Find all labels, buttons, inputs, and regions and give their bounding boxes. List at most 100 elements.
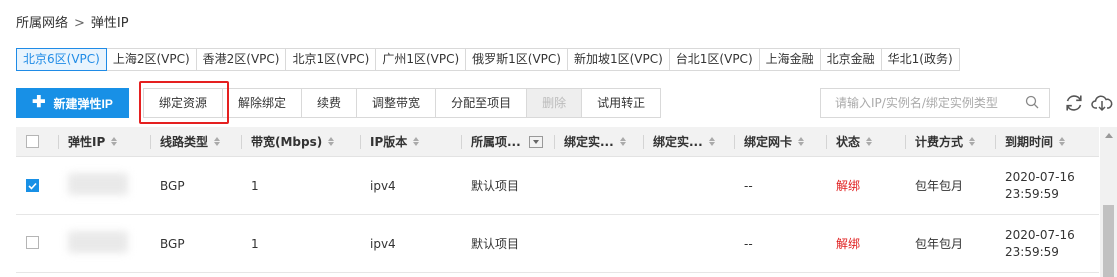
breadcrumb-parent[interactable]: 所属网络 (16, 16, 68, 31)
sort-icon[interactable] (1059, 137, 1066, 146)
plus-icon: ✚ (32, 94, 46, 111)
col-line-type[interactable]: 线路类型 (150, 127, 241, 157)
region-tab-taipei1[interactable]: 台北1区(VPC) (668, 48, 760, 71)
cell-bandwidth: 1 (251, 236, 259, 251)
eip-table: 弹性IP 线路类型 带宽(Mbps) IP版本 所属项... 绑定实... 绑定… (16, 127, 1099, 273)
cell-bandwidth: 1 (251, 178, 259, 193)
col-bind-instance-type-label: 绑定实... (653, 135, 703, 149)
sort-icon[interactable] (866, 137, 873, 146)
download-icon[interactable] (1090, 91, 1114, 115)
breadcrumb: 所属网络 > 弹性IP (16, 12, 129, 31)
col-nic[interactable]: 绑定网卡 (734, 127, 826, 157)
col-billing-label: 计费方式 (915, 135, 964, 149)
col-status[interactable]: 状态 (826, 127, 905, 157)
col-ip-version[interactable]: IP版本 (360, 127, 461, 157)
expiry-date: 2020-07-16 (1005, 227, 1075, 242)
cell-eip[interactable] (58, 231, 150, 256)
unbind-button[interactable]: 解除绑定 (222, 88, 303, 118)
col-bind-instance[interactable]: 绑定实... (554, 127, 643, 157)
col-status-label: 状态 (836, 135, 861, 149)
cell-line-type: BGP (160, 178, 185, 193)
refresh-icon[interactable] (1062, 91, 1086, 115)
col-eip-label: 弹性IP (68, 135, 106, 149)
col-bind-instance-type[interactable]: 绑定实... (643, 127, 734, 157)
sort-icon[interactable] (328, 137, 335, 146)
region-tabs: 北京6区(VPC) 上海2区(VPC) 香港2区(VPC) 北京1区(VPC) … (16, 48, 960, 71)
cell-line-type: BGP (160, 236, 185, 251)
cell-expiry: 2020-07-16 23:59:59 (995, 169, 1099, 203)
region-tab-guangzhou1[interactable]: 广州1区(VPC) (375, 48, 467, 71)
sort-icon[interactable] (708, 137, 715, 146)
create-eip-button[interactable]: ✚ 新建弹性IP (16, 88, 129, 118)
bind-resource-button[interactable]: 绑定资源 (143, 88, 224, 118)
cell-billing: 包年包月 (915, 237, 964, 251)
unbind-link[interactable]: 解绑 (826, 235, 905, 252)
region-tab-beijing-finance[interactable]: 北京金融 (819, 48, 882, 71)
col-expiry-label: 到期时间 (1005, 135, 1054, 149)
col-line-type-label: 线路类型 (160, 135, 209, 149)
region-tab-beijing6[interactable]: 北京6区(VPC) (16, 48, 107, 71)
sort-icon[interactable] (969, 137, 976, 146)
cell-billing: 包年包月 (915, 179, 964, 193)
row-checkbox[interactable] (26, 235, 39, 249)
redacted-ip (68, 173, 128, 195)
unbind-link[interactable]: 解绑 (826, 177, 905, 194)
trial-to-formal-button[interactable]: 试用转正 (581, 88, 662, 118)
action-button-group: 绑定资源 解除绑定 续费 调整带宽 分配至项目 删除 试用转正 (143, 88, 662, 118)
region-tab-russia1[interactable]: 俄罗斯1区(VPC) (465, 48, 568, 71)
table-header: 弹性IP 线路类型 带宽(Mbps) IP版本 所属项... 绑定实... 绑定… (16, 127, 1099, 157)
renew-button[interactable]: 续费 (301, 88, 358, 118)
sort-icon[interactable] (111, 137, 118, 146)
redacted-ip (68, 231, 128, 253)
cell-nic: -- (744, 236, 753, 251)
check-icon (28, 182, 37, 190)
region-tab-hongkong2[interactable]: 香港2区(VPC) (195, 48, 287, 71)
cell-eip[interactable] (58, 173, 150, 198)
sort-icon[interactable] (798, 137, 805, 146)
col-ip-version-label: IP版本 (370, 135, 408, 149)
expiry-time: 23:59:59 (1005, 244, 1059, 259)
sort-icon[interactable] (413, 137, 420, 146)
scroll-up-arrow-icon[interactable] (1105, 133, 1113, 138)
filter-dropdown-icon[interactable] (528, 135, 543, 148)
vertical-scrollbar[interactable] (1100, 127, 1117, 277)
table-row[interactable]: BGP 1 ipv4 默认项目 -- 解绑 包年包月 2020-07-16 23… (16, 215, 1099, 273)
cell-ip-version: ipv4 (370, 178, 396, 193)
col-project[interactable]: 所属项... (461, 127, 554, 157)
breadcrumb-current: 弹性IP (90, 16, 129, 31)
table-row[interactable]: BGP 1 ipv4 默认项目 -- 解绑 包年包月 2020-07-16 23… (16, 157, 1099, 215)
select-all-checkbox[interactable] (26, 135, 39, 148)
col-bind-instance-label: 绑定实... (564, 135, 614, 149)
region-tab-shanghai-finance[interactable]: 上海金融 (758, 48, 821, 71)
region-tab-huabei1-gov[interactable]: 华北1(政务) (880, 48, 960, 71)
region-tab-shanghai2[interactable]: 上海2区(VPC) (105, 48, 197, 71)
col-bandwidth[interactable]: 带宽(Mbps) (241, 127, 360, 157)
col-expiry[interactable]: 到期时间 (995, 127, 1099, 157)
col-eip[interactable]: 弹性IP (58, 127, 150, 157)
col-project-label: 所属项... (471, 135, 521, 149)
delete-button[interactable]: 删除 (526, 88, 583, 118)
select-all-cell (16, 127, 58, 157)
adjust-bandwidth-button[interactable]: 调整带宽 (356, 88, 437, 118)
create-eip-label: 新建弹性IP (53, 96, 113, 111)
region-tab-beijing1[interactable]: 北京1区(VPC) (285, 48, 377, 71)
col-billing[interactable]: 计费方式 (905, 127, 995, 157)
search-icon[interactable] (1025, 95, 1039, 112)
breadcrumb-separator: > (74, 16, 85, 31)
sort-icon[interactable] (214, 137, 221, 146)
scrollbar-thumb[interactable] (1103, 205, 1114, 277)
search-input[interactable] (835, 96, 1025, 110)
assign-project-button[interactable]: 分配至项目 (435, 88, 528, 118)
cell-expiry: 2020-07-16 23:59:59 (995, 227, 1099, 261)
cell-project: 默认项目 (471, 237, 520, 251)
cell-ip-version: ipv4 (370, 236, 396, 251)
toolbar: ✚ 新建弹性IP 绑定资源 解除绑定 续费 调整带宽 分配至项目 删除 试用转正 (16, 88, 662, 118)
sort-icon[interactable] (619, 137, 626, 146)
region-tab-singapore1[interactable]: 新加坡1区(VPC) (566, 48, 670, 71)
row-select-cell (16, 235, 58, 252)
search-box (820, 88, 1050, 118)
cell-nic: -- (744, 178, 753, 193)
row-checkbox[interactable] (26, 179, 39, 192)
cell-project: 默认项目 (471, 179, 520, 193)
col-bandwidth-label: 带宽(Mbps) (251, 135, 323, 149)
